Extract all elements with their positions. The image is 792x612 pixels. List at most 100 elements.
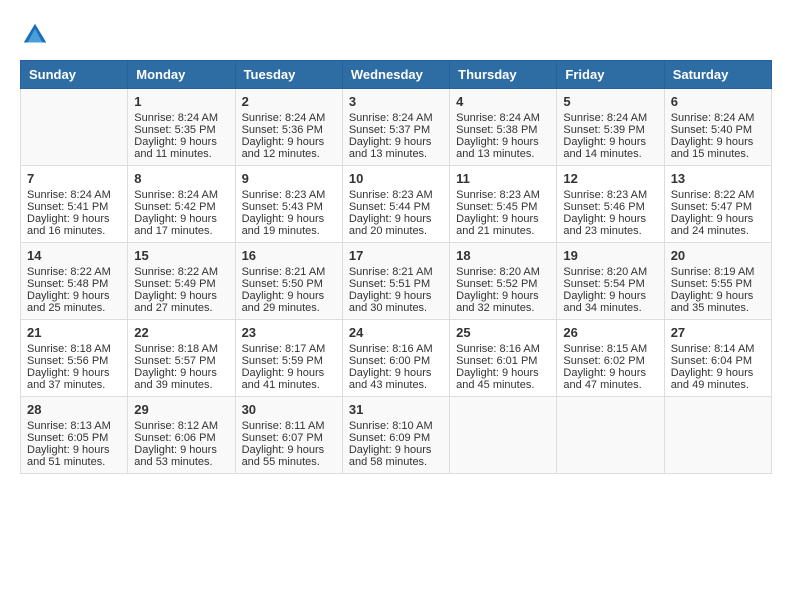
day-info: Sunset: 6:06 PM bbox=[134, 432, 228, 444]
calendar-cell bbox=[664, 397, 771, 474]
day-info: Daylight: 9 hours bbox=[671, 136, 765, 148]
day-info: Daylight: 9 hours bbox=[27, 444, 121, 456]
day-number: 15 bbox=[134, 248, 228, 263]
day-info: Sunset: 6:01 PM bbox=[456, 355, 550, 367]
calendar-week-5: 28Sunrise: 8:13 AMSunset: 6:05 PMDayligh… bbox=[21, 397, 772, 474]
day-number: 7 bbox=[27, 171, 121, 186]
calendar-cell: 14Sunrise: 8:22 AMSunset: 5:48 PMDayligh… bbox=[21, 243, 128, 320]
day-info: Sunrise: 8:21 AM bbox=[242, 266, 336, 278]
day-info: Sunrise: 8:24 AM bbox=[242, 112, 336, 124]
calendar-cell bbox=[557, 397, 664, 474]
day-info: Sunset: 5:38 PM bbox=[456, 124, 550, 136]
day-info: Daylight: 9 hours bbox=[349, 444, 443, 456]
day-info: and 30 minutes. bbox=[349, 302, 443, 314]
day-info: and 51 minutes. bbox=[27, 456, 121, 468]
day-info: Daylight: 9 hours bbox=[563, 213, 657, 225]
day-info: and 45 minutes. bbox=[456, 379, 550, 391]
day-info: Daylight: 9 hours bbox=[242, 444, 336, 456]
day-info: and 14 minutes. bbox=[563, 148, 657, 160]
day-info: Sunset: 5:37 PM bbox=[349, 124, 443, 136]
day-info: Sunrise: 8:20 AM bbox=[563, 266, 657, 278]
day-info: and 25 minutes. bbox=[27, 302, 121, 314]
calendar-cell: 13Sunrise: 8:22 AMSunset: 5:47 PMDayligh… bbox=[664, 166, 771, 243]
day-info: and 43 minutes. bbox=[349, 379, 443, 391]
day-info: and 35 minutes. bbox=[671, 302, 765, 314]
day-info: Sunrise: 8:11 AM bbox=[242, 420, 336, 432]
column-header-friday: Friday bbox=[557, 61, 664, 89]
day-info: Daylight: 9 hours bbox=[242, 136, 336, 148]
calendar-cell: 28Sunrise: 8:13 AMSunset: 6:05 PMDayligh… bbox=[21, 397, 128, 474]
calendar-cell: 2Sunrise: 8:24 AMSunset: 5:36 PMDaylight… bbox=[235, 89, 342, 166]
day-number: 8 bbox=[134, 171, 228, 186]
calendar-cell: 6Sunrise: 8:24 AMSunset: 5:40 PMDaylight… bbox=[664, 89, 771, 166]
day-info: and 55 minutes. bbox=[242, 456, 336, 468]
day-info: Daylight: 9 hours bbox=[134, 290, 228, 302]
day-info: Sunset: 5:43 PM bbox=[242, 201, 336, 213]
calendar-cell: 25Sunrise: 8:16 AMSunset: 6:01 PMDayligh… bbox=[450, 320, 557, 397]
day-number: 14 bbox=[27, 248, 121, 263]
day-info: Sunrise: 8:24 AM bbox=[134, 112, 228, 124]
day-info: Sunset: 5:52 PM bbox=[456, 278, 550, 290]
day-number: 2 bbox=[242, 94, 336, 109]
day-info: Daylight: 9 hours bbox=[671, 290, 765, 302]
day-number: 21 bbox=[27, 325, 121, 340]
day-info: Sunrise: 8:23 AM bbox=[242, 189, 336, 201]
day-info: and 21 minutes. bbox=[456, 225, 550, 237]
day-info: Daylight: 9 hours bbox=[242, 213, 336, 225]
day-info: and 12 minutes. bbox=[242, 148, 336, 160]
day-info: Daylight: 9 hours bbox=[456, 136, 550, 148]
calendar-cell: 24Sunrise: 8:16 AMSunset: 6:00 PMDayligh… bbox=[342, 320, 449, 397]
day-info: and 32 minutes. bbox=[456, 302, 550, 314]
calendar-cell bbox=[450, 397, 557, 474]
day-info: Daylight: 9 hours bbox=[27, 213, 121, 225]
day-info: and 13 minutes. bbox=[349, 148, 443, 160]
day-info: Sunrise: 8:17 AM bbox=[242, 343, 336, 355]
day-info: Sunrise: 8:24 AM bbox=[134, 189, 228, 201]
day-info: and 47 minutes. bbox=[563, 379, 657, 391]
day-info: Daylight: 9 hours bbox=[563, 367, 657, 379]
day-number: 16 bbox=[242, 248, 336, 263]
calendar-cell: 15Sunrise: 8:22 AMSunset: 5:49 PMDayligh… bbox=[128, 243, 235, 320]
day-info: and 41 minutes. bbox=[242, 379, 336, 391]
day-number: 22 bbox=[134, 325, 228, 340]
calendar-cell: 30Sunrise: 8:11 AMSunset: 6:07 PMDayligh… bbox=[235, 397, 342, 474]
day-info: Sunset: 5:48 PM bbox=[27, 278, 121, 290]
calendar-cell: 23Sunrise: 8:17 AMSunset: 5:59 PMDayligh… bbox=[235, 320, 342, 397]
day-info: and 29 minutes. bbox=[242, 302, 336, 314]
day-info: Daylight: 9 hours bbox=[27, 367, 121, 379]
day-info: Daylight: 9 hours bbox=[134, 444, 228, 456]
day-info: Sunset: 5:42 PM bbox=[134, 201, 228, 213]
day-info: Sunset: 6:04 PM bbox=[671, 355, 765, 367]
calendar-table: SundayMondayTuesdayWednesdayThursdayFrid… bbox=[20, 60, 772, 474]
day-info: Sunset: 5:57 PM bbox=[134, 355, 228, 367]
logo bbox=[20, 20, 54, 50]
day-info: Sunset: 5:35 PM bbox=[134, 124, 228, 136]
day-number: 6 bbox=[671, 94, 765, 109]
calendar-cell: 21Sunrise: 8:18 AMSunset: 5:56 PMDayligh… bbox=[21, 320, 128, 397]
day-info: Sunrise: 8:24 AM bbox=[563, 112, 657, 124]
day-info: Sunrise: 8:21 AM bbox=[349, 266, 443, 278]
day-info: Sunset: 5:44 PM bbox=[349, 201, 443, 213]
day-number: 28 bbox=[27, 402, 121, 417]
day-number: 18 bbox=[456, 248, 550, 263]
day-info: Sunset: 6:07 PM bbox=[242, 432, 336, 444]
day-info: and 37 minutes. bbox=[27, 379, 121, 391]
day-info: and 27 minutes. bbox=[134, 302, 228, 314]
day-info: Sunrise: 8:22 AM bbox=[671, 189, 765, 201]
calendar-cell: 9Sunrise: 8:23 AMSunset: 5:43 PMDaylight… bbox=[235, 166, 342, 243]
day-number: 11 bbox=[456, 171, 550, 186]
column-header-thursday: Thursday bbox=[450, 61, 557, 89]
calendar-cell: 10Sunrise: 8:23 AMSunset: 5:44 PMDayligh… bbox=[342, 166, 449, 243]
day-info: Sunset: 5:46 PM bbox=[563, 201, 657, 213]
day-info: Daylight: 9 hours bbox=[349, 213, 443, 225]
day-info: Sunrise: 8:23 AM bbox=[456, 189, 550, 201]
day-info: Sunset: 5:59 PM bbox=[242, 355, 336, 367]
day-number: 24 bbox=[349, 325, 443, 340]
day-info: Sunrise: 8:23 AM bbox=[349, 189, 443, 201]
calendar-cell: 8Sunrise: 8:24 AMSunset: 5:42 PMDaylight… bbox=[128, 166, 235, 243]
day-number: 31 bbox=[349, 402, 443, 417]
day-info: Sunrise: 8:22 AM bbox=[134, 266, 228, 278]
day-info: Daylight: 9 hours bbox=[134, 136, 228, 148]
day-info: Daylight: 9 hours bbox=[242, 290, 336, 302]
day-info: Sunrise: 8:16 AM bbox=[456, 343, 550, 355]
